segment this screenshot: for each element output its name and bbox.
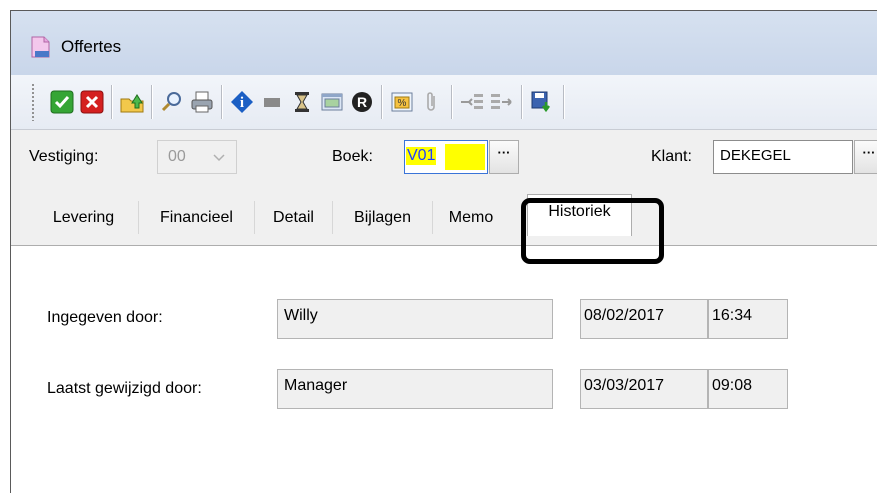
confirm-icon bbox=[50, 90, 74, 114]
tree-merge-icon bbox=[491, 94, 512, 109]
confirm-button[interactable] bbox=[49, 89, 75, 115]
entered-time-field: 16:34 bbox=[708, 299, 788, 339]
tab-bijlagen[interactable]: Bijlagen bbox=[333, 201, 433, 234]
title-bar: Offertes bbox=[11, 11, 877, 75]
klant-label: Klant: bbox=[651, 148, 692, 165]
entered-by-label: Ingegeven door: bbox=[47, 309, 163, 326]
svg-text:%: % bbox=[398, 98, 407, 109]
modified-by-label: Laatst gewijzigd door: bbox=[47, 380, 202, 397]
document-icon bbox=[29, 35, 53, 58]
vestiging-label: Vestiging: bbox=[29, 148, 99, 165]
image-window-icon bbox=[321, 93, 343, 111]
registered-button[interactable]: R bbox=[349, 89, 375, 115]
stop-button[interactable] bbox=[259, 89, 285, 115]
tab-memo[interactable]: Memo bbox=[433, 201, 509, 234]
tab-levering[interactable]: Levering bbox=[29, 201, 139, 234]
hourglass-icon bbox=[295, 92, 309, 112]
tab-financieel[interactable]: Financieel bbox=[139, 201, 255, 234]
toolbar-separator bbox=[221, 85, 223, 119]
klant-value: DEKEGEL bbox=[720, 147, 791, 164]
klant-input[interactable]: DEKEGEL bbox=[713, 140, 853, 174]
toolbar: i R % bbox=[11, 75, 877, 130]
merge-button[interactable] bbox=[489, 89, 515, 115]
percent-icon: % bbox=[391, 92, 413, 112]
search-magnifier-icon bbox=[161, 92, 181, 112]
toolbar-separator bbox=[381, 85, 383, 119]
cancel-button[interactable] bbox=[79, 89, 105, 115]
export-folder-icon bbox=[120, 94, 144, 113]
save-download-icon bbox=[531, 91, 550, 113]
tab-detail[interactable]: Detail bbox=[255, 201, 333, 234]
historiek-panel: Ingegeven door: Willy 08/02/2017 16:34 L… bbox=[11, 245, 877, 493]
toolbar-separator bbox=[111, 85, 113, 119]
tab-historiek[interactable]: Historiek bbox=[527, 194, 632, 236]
entered-by-field: Willy bbox=[277, 299, 553, 339]
chevron-down-icon bbox=[213, 154, 225, 162]
vestiging-value: 00 bbox=[168, 148, 186, 165]
modified-time-field: 09:08 bbox=[708, 369, 788, 409]
boek-highlight bbox=[445, 144, 485, 170]
boek-lookup-button[interactable]: ··· bbox=[489, 140, 519, 174]
toolbar-grip[interactable] bbox=[31, 83, 35, 121]
registered-icon: R bbox=[352, 92, 372, 112]
toolbar-separator bbox=[563, 85, 565, 119]
image-window-button[interactable] bbox=[319, 89, 345, 115]
header-panel: Vestiging: 00 Boek: V01 ··· Klant: DEKEG… bbox=[11, 130, 877, 188]
info-icon: i bbox=[231, 91, 253, 113]
klant-lookup-button[interactable]: ··· bbox=[854, 140, 877, 174]
modified-by-field: Manager bbox=[277, 369, 553, 409]
boek-label: Boek: bbox=[332, 148, 373, 165]
boek-value: V01 bbox=[406, 147, 437, 165]
print-icon bbox=[191, 91, 213, 113]
toolbar-separator bbox=[451, 85, 453, 119]
entered-date-field: 08/02/2017 bbox=[580, 299, 708, 339]
toolbar-separator bbox=[151, 85, 153, 119]
toolbar-separator bbox=[521, 85, 523, 119]
svg-text:i: i bbox=[240, 95, 244, 111]
export-button[interactable] bbox=[119, 89, 145, 115]
cancel-icon bbox=[80, 90, 104, 114]
split-button[interactable] bbox=[459, 89, 485, 115]
tree-split-icon bbox=[461, 94, 483, 109]
paperclip-icon bbox=[427, 92, 435, 111]
boek-input[interactable]: V01 bbox=[404, 140, 488, 174]
vestiging-select[interactable]: 00 bbox=[157, 140, 237, 174]
offertes-window: Offertes i R % Vestiging: 00 Boek: V01 ·… bbox=[10, 10, 877, 493]
svg-text:R: R bbox=[357, 94, 367, 110]
info-button[interactable]: i bbox=[229, 89, 255, 115]
percent-button[interactable]: % bbox=[389, 89, 415, 115]
search-button[interactable] bbox=[159, 89, 185, 115]
modified-date-field: 03/03/2017 bbox=[580, 369, 708, 409]
stop-square-icon bbox=[264, 98, 280, 107]
save-button[interactable] bbox=[529, 89, 555, 115]
attachment-button[interactable] bbox=[419, 89, 445, 115]
window-title: Offertes bbox=[61, 37, 122, 56]
print-button[interactable] bbox=[189, 89, 215, 115]
hourglass-button[interactable] bbox=[289, 89, 315, 115]
